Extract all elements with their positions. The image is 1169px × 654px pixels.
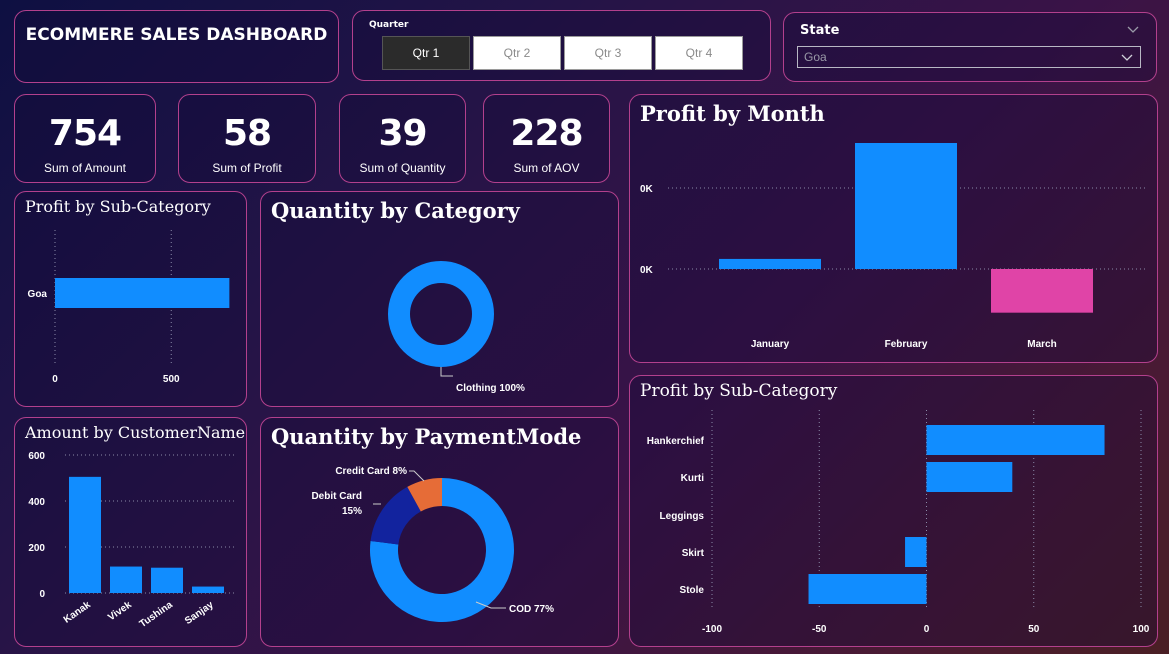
- bar: [808, 574, 927, 604]
- bar: [855, 143, 957, 269]
- x-tick-label: 50: [1028, 624, 1040, 635]
- chart-card-quantity-paymentmode: Quantity by PaymentMode COD 77% Debit Car…: [260, 417, 619, 647]
- chart-card-profit-subcategory: Profit by Sub-Category -100 -50 0 50 100 Hank…: [629, 375, 1158, 647]
- y-tick-label: 0: [39, 589, 45, 600]
- y-tick-label: Goa: [28, 289, 48, 300]
- kpi-card-aov: 228 Sum of AOV: [483, 94, 610, 183]
- y-tick-label: Leggings: [660, 511, 705, 522]
- chart-card-profit-subcat-state: Profit by Sub-Category 0 500 Goa: [14, 191, 247, 407]
- profit-subcategory-chart: -100 -50 0 50 100 Hankerchief Kurti Leggings Ski…: [647, 410, 1150, 635]
- quarter-button-q3[interactable]: Qtr 3: [564, 36, 652, 70]
- chart-card-profit-month: Profit by Month 0K 0K January February March: [629, 94, 1158, 363]
- bar: [151, 567, 183, 593]
- quarter-slicer-label: Quarter: [369, 20, 409, 30]
- leader-line: [409, 470, 425, 482]
- y-tick-label: 400: [28, 497, 45, 508]
- dashboard-title: ECOMMERE SALES DASHBOARD: [25, 25, 328, 45]
- quantity-paymentmode-chart: COD 77% Debit Card 15% Credit Card 8%: [311, 466, 554, 622]
- bar: [55, 278, 230, 308]
- quarter-button-q4[interactable]: Qtr 4: [655, 36, 743, 70]
- x-tick-label: -50: [812, 624, 827, 635]
- x-tick-label: 0: [924, 624, 930, 635]
- kpi-value: 58: [222, 113, 272, 154]
- donut-slice: [388, 261, 494, 367]
- x-tick-label: Tushina: [138, 599, 175, 630]
- y-tick-label: Hankerchief: [647, 436, 705, 447]
- x-tick-label: -100: [702, 624, 722, 635]
- leader-line: [440, 367, 453, 377]
- x-tick-label: March: [1027, 339, 1056, 350]
- slice-label: COD 77%: [509, 604, 554, 615]
- title-card: ECOMMERE SALES DASHBOARD: [14, 10, 339, 83]
- kpi-value: 754: [48, 113, 122, 154]
- x-tick-label: 0: [52, 374, 58, 385]
- x-tick-label: 500: [163, 374, 180, 385]
- kpi-value: 39: [378, 113, 427, 154]
- chart-card-quantity-category: Quantity by Category Clothing 100%: [260, 191, 619, 407]
- x-tick-label: Sanjay: [183, 599, 216, 627]
- quantity-category-chart: Clothing 100%: [388, 261, 525, 394]
- kpi-label: Sum of Quantity: [359, 161, 446, 175]
- x-tick-label: January: [751, 339, 790, 350]
- y-tick-label: 200: [28, 543, 45, 554]
- kpi-card-quantity: 39 Sum of Quantity: [339, 94, 466, 183]
- x-tick-label: February: [885, 339, 928, 350]
- y-tick-label: Kurti: [681, 473, 705, 484]
- chart-card-amount-customer: Amount by CustomerName 0 200 400 600 Kanak Vi…: [14, 417, 247, 647]
- kpi-card-amount: 754 Sum of Amount: [14, 94, 156, 183]
- chart-title: Profit by Sub-Category: [25, 197, 211, 216]
- slice-label: Credit Card 8%: [335, 466, 407, 477]
- bar: [926, 462, 1013, 492]
- y-tick-label: 600: [28, 451, 45, 462]
- bar: [926, 425, 1105, 455]
- state-slicer-label: State: [800, 23, 840, 38]
- chevron-down-icon: [1121, 54, 1133, 61]
- amount-customer-chart: 0 200 400 600 Kanak Vivek Tushina Sanjay: [28, 451, 237, 630]
- bar: [905, 537, 927, 567]
- x-tick-label: Kanak: [62, 599, 93, 625]
- bar: [719, 258, 821, 269]
- state-dropdown[interactable]: Goa: [797, 46, 1141, 68]
- kpi-label: Sum of Amount: [43, 161, 127, 175]
- bar: [69, 476, 101, 593]
- kpi-label: Sum of AOV: [513, 161, 580, 175]
- collapse-chevron-icon[interactable]: [1126, 25, 1140, 35]
- kpi-label: Sum of Profit: [212, 161, 282, 175]
- kpi-value: 228: [510, 113, 583, 154]
- x-tick-label: Vivek: [106, 599, 134, 623]
- x-tick-label: 100: [1133, 624, 1150, 635]
- quarter-button-q2[interactable]: Qtr 2: [473, 36, 561, 70]
- quarter-button-q1[interactable]: Qtr 1: [382, 36, 470, 70]
- bar: [991, 269, 1093, 313]
- quarter-slicer: Quarter Qtr 1 Qtr 2 Qtr 3 Qtr 4: [352, 10, 771, 81]
- y-tick-label: Stole: [680, 585, 705, 596]
- state-dropdown-value: Goa: [804, 50, 827, 64]
- profit-month-chart: 0K 0K January February March: [640, 143, 1145, 350]
- y-tick-label: Skirt: [682, 548, 705, 559]
- profit-subcat-state-chart: 0 500 Goa: [28, 230, 230, 385]
- slice-label: Clothing 100%: [456, 383, 525, 394]
- slice-label: Debit Card: [311, 491, 362, 502]
- bar: [192, 586, 224, 593]
- y-tick-label: 0K: [640, 265, 654, 276]
- bar: [110, 566, 142, 593]
- state-slicer: State Goa: [783, 12, 1157, 82]
- y-tick-label: 0K: [640, 184, 654, 195]
- kpi-card-profit: 58 Sum of Profit: [178, 94, 316, 183]
- slice-label: 15%: [342, 506, 362, 517]
